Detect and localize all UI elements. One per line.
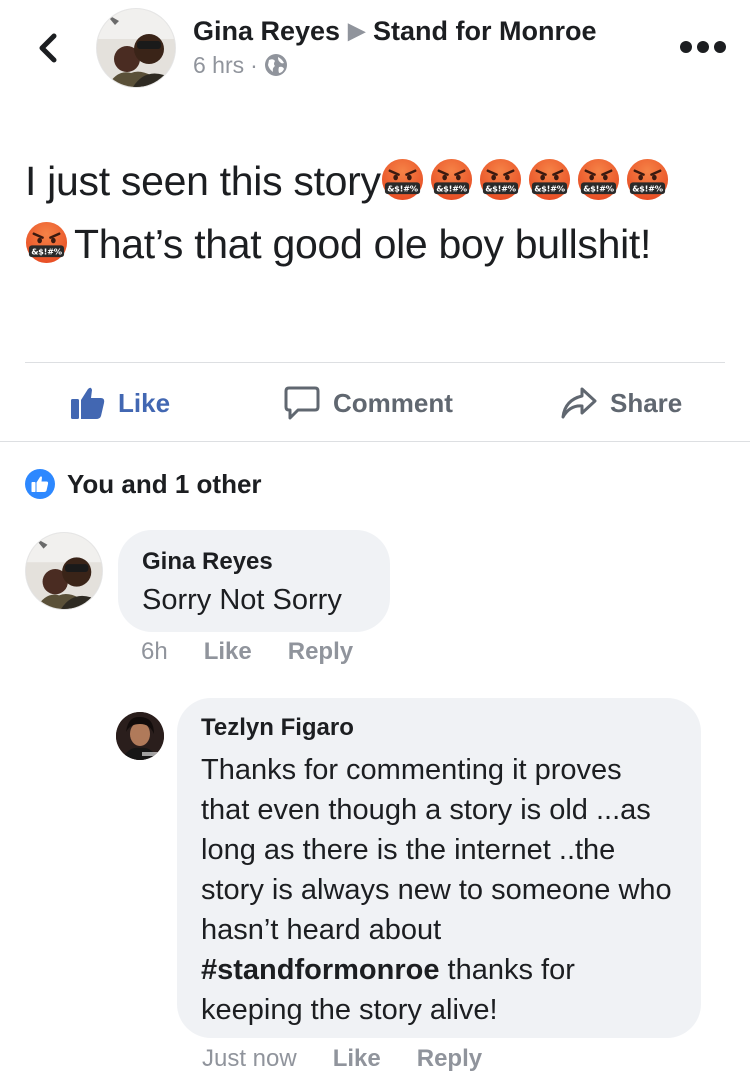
svg-text:&$!#%: &$!#% [583, 184, 615, 194]
share-label: Share [610, 387, 683, 418]
comment-like-button[interactable]: Like [333, 1045, 381, 1073]
rage-emoji-icon: &$!#% [479, 158, 522, 201]
svg-text:&$!#%: &$!#% [436, 184, 468, 194]
more-dot [697, 41, 709, 53]
comment-author[interactable]: Gina Reyes [142, 548, 366, 576]
comment-actions: Just now Like Reply [202, 1043, 518, 1075]
comment-time: Just now [202, 1045, 297, 1072]
commenter-avatar[interactable] [25, 532, 103, 610]
globe-icon [264, 54, 287, 76]
svg-text:&$!#%: &$!#% [534, 184, 566, 194]
rage-emoji-icon: &$!#% [626, 158, 669, 201]
rage-emoji-icon: &$!#% [381, 158, 424, 201]
svg-text:&$!#%: &$!#% [31, 247, 63, 257]
like-label: Like [118, 387, 171, 418]
comment-actions: 6h Like Reply [141, 636, 389, 668]
post-meta: 6 hrs · [193, 50, 288, 80]
comment-text: Sorry Not Sorry [142, 584, 342, 616]
svg-text:&$!#%: &$!#% [387, 184, 419, 194]
post-time[interactable]: 6 hrs [193, 52, 244, 79]
post-text: I just seen this story &$!#% &$!#% &$!#% &$!… [25, 150, 725, 276]
comment-bubble: Tezlyn Figaro Thanks for commenting it p… [177, 698, 701, 1038]
more-options-button[interactable] [680, 38, 726, 56]
back-button[interactable] [30, 22, 66, 74]
comment-icon [284, 386, 320, 420]
author-name[interactable]: Gina Reyes [193, 16, 340, 47]
author-avatar[interactable] [96, 8, 176, 88]
like-reaction-icon [25, 469, 55, 499]
reactions-summary[interactable]: You and 1 other [25, 466, 262, 502]
comment-button[interactable]: Comment [283, 380, 453, 426]
svg-text:&$!#%: &$!#% [632, 184, 664, 194]
share-arrow-icon [561, 387, 597, 419]
thumbs-up-icon [71, 387, 105, 419]
svg-text:&$!#%: &$!#% [485, 184, 517, 194]
comment-reply-button[interactable]: Reply [288, 638, 353, 666]
post-header-title: Gina Reyes ▶ Stand for Monroe [193, 14, 597, 48]
divider [0, 441, 750, 442]
divider [25, 362, 725, 363]
comment-like-button[interactable]: Like [204, 638, 252, 666]
comment-reply-button[interactable]: Reply [417, 1045, 482, 1073]
rage-emoji-icon: &$!#% [577, 158, 620, 201]
group-name[interactable]: Stand for Monroe [373, 16, 597, 47]
comment-time: 6h [141, 638, 168, 665]
rage-emoji-icon: &$!#% [25, 221, 68, 264]
comment-label: Comment [333, 387, 453, 418]
more-dot [714, 41, 726, 53]
separator-arrow-icon: ▶ [348, 18, 365, 43]
commenter-avatar[interactable] [116, 712, 164, 760]
post-text-part1: I just seen this story [25, 158, 381, 204]
post-text-part2: That’s that good ole boy bullshit! [74, 221, 652, 267]
comment-bubble: Gina Reyes Sorry Not Sorry [118, 530, 390, 632]
more-dots-icon [680, 41, 692, 53]
chevron-left-icon [39, 33, 57, 63]
rage-emoji-icon: &$!#% [528, 158, 571, 201]
comment-text-start: Thanks for commenting it proves that eve… [201, 754, 672, 946]
reactions-text: You and 1 other [67, 468, 262, 499]
like-button[interactable]: Like [70, 380, 170, 426]
share-button[interactable]: Share [560, 380, 682, 426]
meta-separator: · [250, 51, 258, 78]
rage-emoji-icon: &$!#% [430, 158, 473, 201]
comment-text: Thanks for commenting it proves that eve… [201, 750, 677, 1030]
comment-author[interactable]: Tezlyn Figaro [201, 714, 677, 742]
hashtag-link[interactable]: #standformonroe [201, 954, 439, 986]
